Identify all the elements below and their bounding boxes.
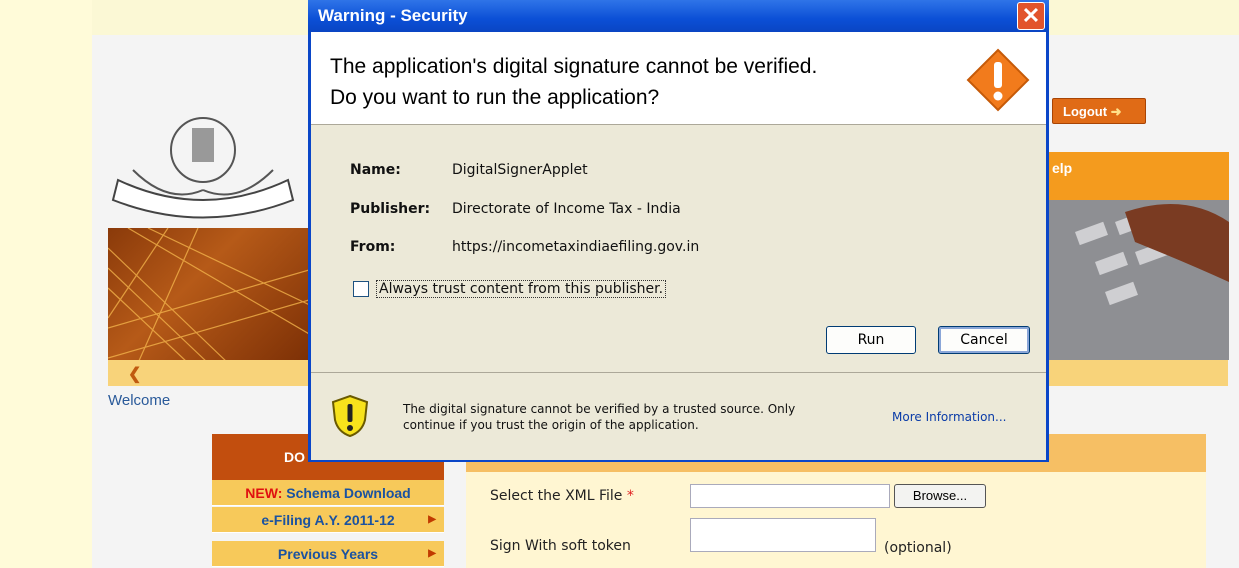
income-tax-department-logo (111, 117, 295, 219)
new-badge: NEW: (245, 485, 283, 501)
dialog-headline-line2: Do you want to run the application? (330, 86, 660, 109)
caret-right-icon: ▶ (428, 514, 436, 525)
cancel-button[interactable]: Cancel (938, 326, 1030, 354)
nav-item-label: Schema Download (286, 485, 411, 501)
field-value-publisher: Directorate of Income Tax - India (452, 201, 681, 217)
nav-item-label: e-Filing A.Y. 2011-12 (261, 512, 395, 528)
caret-right-icon: ▶ (428, 548, 436, 559)
xml-file-label-text: Select the XML File (490, 488, 623, 504)
nav-item-schema-download[interactable]: NEW: Schema Download (212, 480, 444, 506)
always-trust-label[interactable]: Always trust content from this publisher… (376, 280, 667, 298)
nav-item-previous-years[interactable]: Previous Years ▶ (212, 541, 444, 567)
logout-button[interactable]: Logout ➜ (1052, 98, 1146, 124)
more-information-link[interactable]: More Information... (892, 410, 1006, 424)
footer-message-line1: The digital signature cannot be verified… (403, 402, 796, 416)
xml-file-input[interactable] (690, 484, 890, 508)
field-key-publisher: Publisher: (350, 201, 431, 217)
field-value-name: DigitalSignerApplet (452, 162, 588, 178)
field-key-from: From: (350, 239, 396, 255)
required-marker: * (626, 488, 634, 504)
warning-diamond-icon (966, 48, 1030, 112)
welcome-text: Welcome (108, 392, 171, 409)
banner-image-left (108, 228, 316, 363)
help-tab-bar (1045, 152, 1229, 200)
logout-label: Logout (1063, 104, 1108, 119)
close-icon[interactable]: ✕ (1017, 2, 1045, 30)
dialog-headline-line1: The application's digital signature cann… (330, 55, 818, 78)
always-trust-checkbox[interactable] (353, 281, 369, 297)
help-link[interactable]: elp (1052, 160, 1072, 176)
soft-token-input[interactable] (690, 518, 876, 552)
field-key-name: Name: (350, 162, 401, 178)
arrow-right-icon: ➜ (1110, 104, 1122, 119)
dialog-title: Warning - Security (318, 6, 468, 25)
run-button[interactable]: Run (826, 326, 916, 354)
page-left-margin (0, 0, 92, 568)
optional-note: (optional) (884, 540, 952, 556)
shield-warning-icon (331, 394, 369, 438)
chevron-left-icon[interactable]: ❮ (128, 364, 141, 384)
field-value-from: https://incometaxindiaefiling.gov.in (452, 239, 700, 255)
browse-button[interactable]: Browse... (894, 484, 986, 508)
nav-item-efiling[interactable]: e-Filing A.Y. 2011-12 ▶ (212, 507, 444, 533)
nav-item-label: Previous Years (277, 546, 379, 562)
xml-file-label: Select the XML File * (490, 488, 634, 504)
footer-message-line2: continue if you trust the origin of the … (403, 418, 699, 432)
soft-token-label: Sign With soft token (490, 538, 631, 554)
